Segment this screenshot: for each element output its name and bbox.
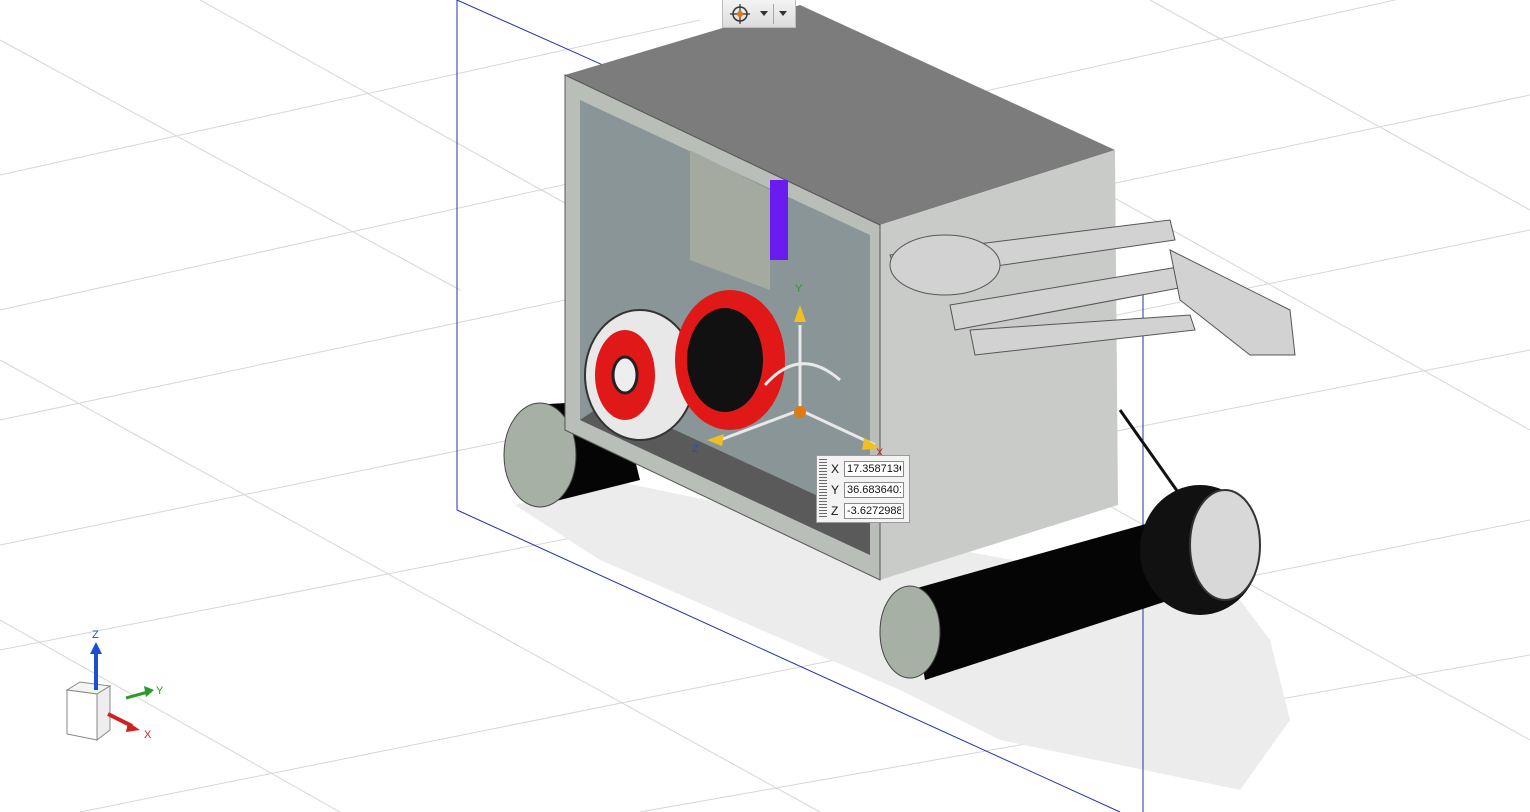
coord-y-input[interactable] xyxy=(844,482,904,498)
chevron-down-icon xyxy=(760,10,768,16)
triad-x-label: X xyxy=(144,729,152,741)
crosshair-snap-icon xyxy=(730,3,750,24)
coord-row-z: Z xyxy=(831,501,904,521)
snap-button[interactable] xyxy=(723,0,757,27)
triad-z-label: Z xyxy=(92,629,99,641)
chevron-down-icon xyxy=(779,10,787,16)
coord-z-label: Z xyxy=(831,504,839,518)
triad-y-label: Y xyxy=(156,685,164,697)
snap-dropdown-button[interactable] xyxy=(757,0,771,27)
coord-row-x: X xyxy=(831,459,904,479)
coord-x-input[interactable] xyxy=(844,461,904,477)
toolbar-overflow-button[interactable] xyxy=(776,0,790,27)
manipulator-y-label: Y xyxy=(795,283,803,295)
3d-viewport[interactable]: Y Z X Z Y X xyxy=(0,0,1530,812)
manipulator-origin[interactable] xyxy=(794,406,806,418)
coord-x-label: X xyxy=(831,462,840,476)
toolbar-separator xyxy=(773,3,774,24)
panel-drag-handle[interactable] xyxy=(819,459,827,519)
coord-row-y: Y xyxy=(831,480,904,500)
manipulator-z-label: Z xyxy=(692,443,699,455)
coord-y-label: Y xyxy=(831,483,840,497)
coordinate-entry-panel: X Y Z xyxy=(816,455,910,523)
snap-toolbar xyxy=(722,0,796,28)
coord-z-input[interactable] xyxy=(844,503,904,519)
